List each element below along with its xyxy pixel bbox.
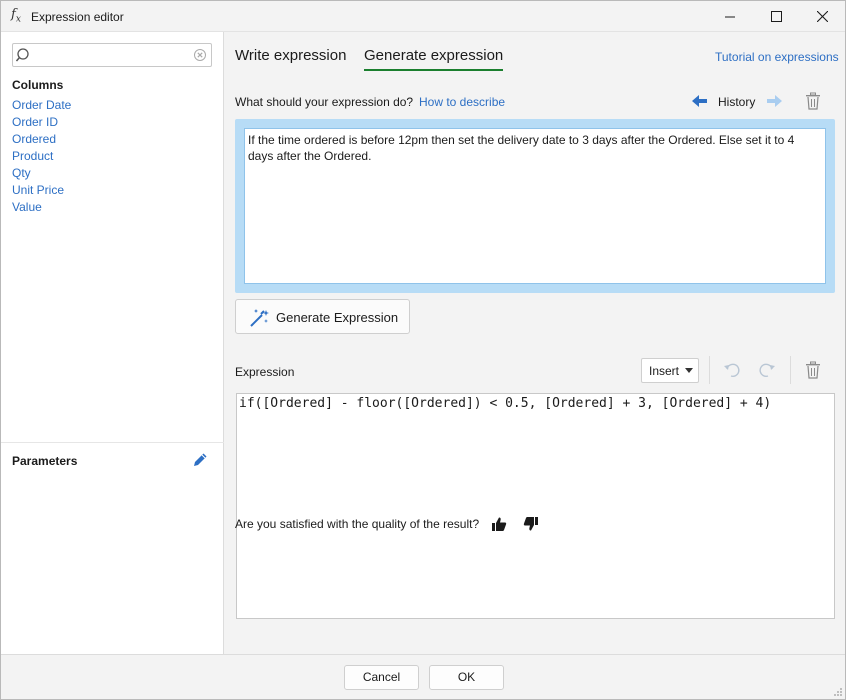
history-forward-icon[interactable]: [765, 93, 783, 109]
column-search-input[interactable]: [37, 46, 187, 64]
fx-icon: fx: [11, 7, 21, 25]
expression-editor-window: fx Expression editor Columns Order Date …: [0, 0, 846, 700]
pencil-icon[interactable]: [191, 451, 209, 469]
tutorial-link[interactable]: Tutorial on expressions: [715, 50, 839, 64]
parameters-heading: Parameters: [12, 454, 78, 468]
how-to-describe-link[interactable]: How to describe: [419, 95, 505, 109]
thumbs-down-icon[interactable]: [523, 516, 539, 532]
column-item-order-date[interactable]: Order Date: [12, 98, 71, 115]
thumbs-up-icon[interactable]: [491, 516, 507, 532]
history-back-icon[interactable]: [691, 93, 709, 109]
prompt-focus-frame: If the time ordered is before 12pm then …: [235, 119, 835, 293]
undo-icon[interactable]: [723, 362, 741, 378]
generate-expression-label: Generate Expression: [276, 310, 399, 325]
toolbar-divider: [709, 356, 710, 384]
cancel-button[interactable]: Cancel: [344, 665, 419, 690]
search-icon: [16, 48, 29, 62]
close-button[interactable]: [799, 1, 845, 32]
expression-label: Expression: [235, 365, 295, 379]
active-tab-indicator: [364, 69, 503, 71]
ok-button[interactable]: OK: [429, 665, 504, 690]
clear-history-trash-icon[interactable]: [805, 92, 821, 110]
column-item-ordered[interactable]: Ordered: [12, 132, 71, 149]
clear-search-icon[interactable]: [193, 48, 207, 62]
redo-icon[interactable]: [758, 362, 776, 378]
tab-write-expression[interactable]: Write expression: [235, 47, 346, 64]
chevron-down-icon: [685, 368, 693, 373]
close-icon: [816, 11, 828, 22]
columns-list: Order Date Order ID Ordered Product Qty …: [12, 98, 71, 217]
title-bar: fx Expression editor: [1, 1, 845, 32]
prompt-label: What should your expression do?: [235, 95, 414, 109]
columns-panel: Columns Order Date Order ID Ordered Prod…: [1, 32, 224, 654]
column-item-qty[interactable]: Qty: [12, 166, 71, 183]
insert-label: Insert: [649, 364, 680, 378]
maximize-button[interactable]: [753, 1, 799, 32]
expression-code[interactable]: if([Ordered] - floor([Ordered]) < 0.5, […: [239, 396, 771, 411]
maximize-icon: [770, 11, 782, 22]
column-item-unit-price[interactable]: Unit Price: [12, 183, 71, 200]
column-search-box[interactable]: [12, 43, 212, 67]
column-item-product[interactable]: Product: [12, 149, 71, 166]
clear-expression-trash-icon[interactable]: [805, 361, 821, 379]
history-label: History: [718, 95, 756, 109]
dialog-footer: Cancel OK: [1, 654, 845, 699]
resize-grip-icon[interactable]: [833, 687, 843, 697]
minimize-button[interactable]: [707, 1, 753, 32]
column-item-value[interactable]: Value: [12, 200, 71, 217]
feedback-question: Are you satisfied with the quality of th…: [235, 517, 480, 531]
insert-dropdown[interactable]: Insert: [641, 358, 699, 383]
toolbar-divider: [790, 356, 791, 384]
window-title: Expression editor: [31, 10, 124, 24]
tab-generate-expression[interactable]: Generate expression: [364, 47, 503, 64]
magic-wand-icon: [250, 309, 269, 327]
columns-heading: Columns: [12, 78, 64, 92]
minimize-icon: [725, 16, 735, 17]
generate-expression-button[interactable]: Generate Expression: [235, 299, 410, 334]
column-item-order-id[interactable]: Order ID: [12, 115, 71, 132]
prompt-textarea[interactable]: If the time ordered is before 12pm then …: [244, 128, 826, 284]
expression-editor[interactable]: if([Ordered] - floor([Ordered]) < 0.5, […: [236, 393, 835, 619]
divider: [1, 442, 224, 443]
